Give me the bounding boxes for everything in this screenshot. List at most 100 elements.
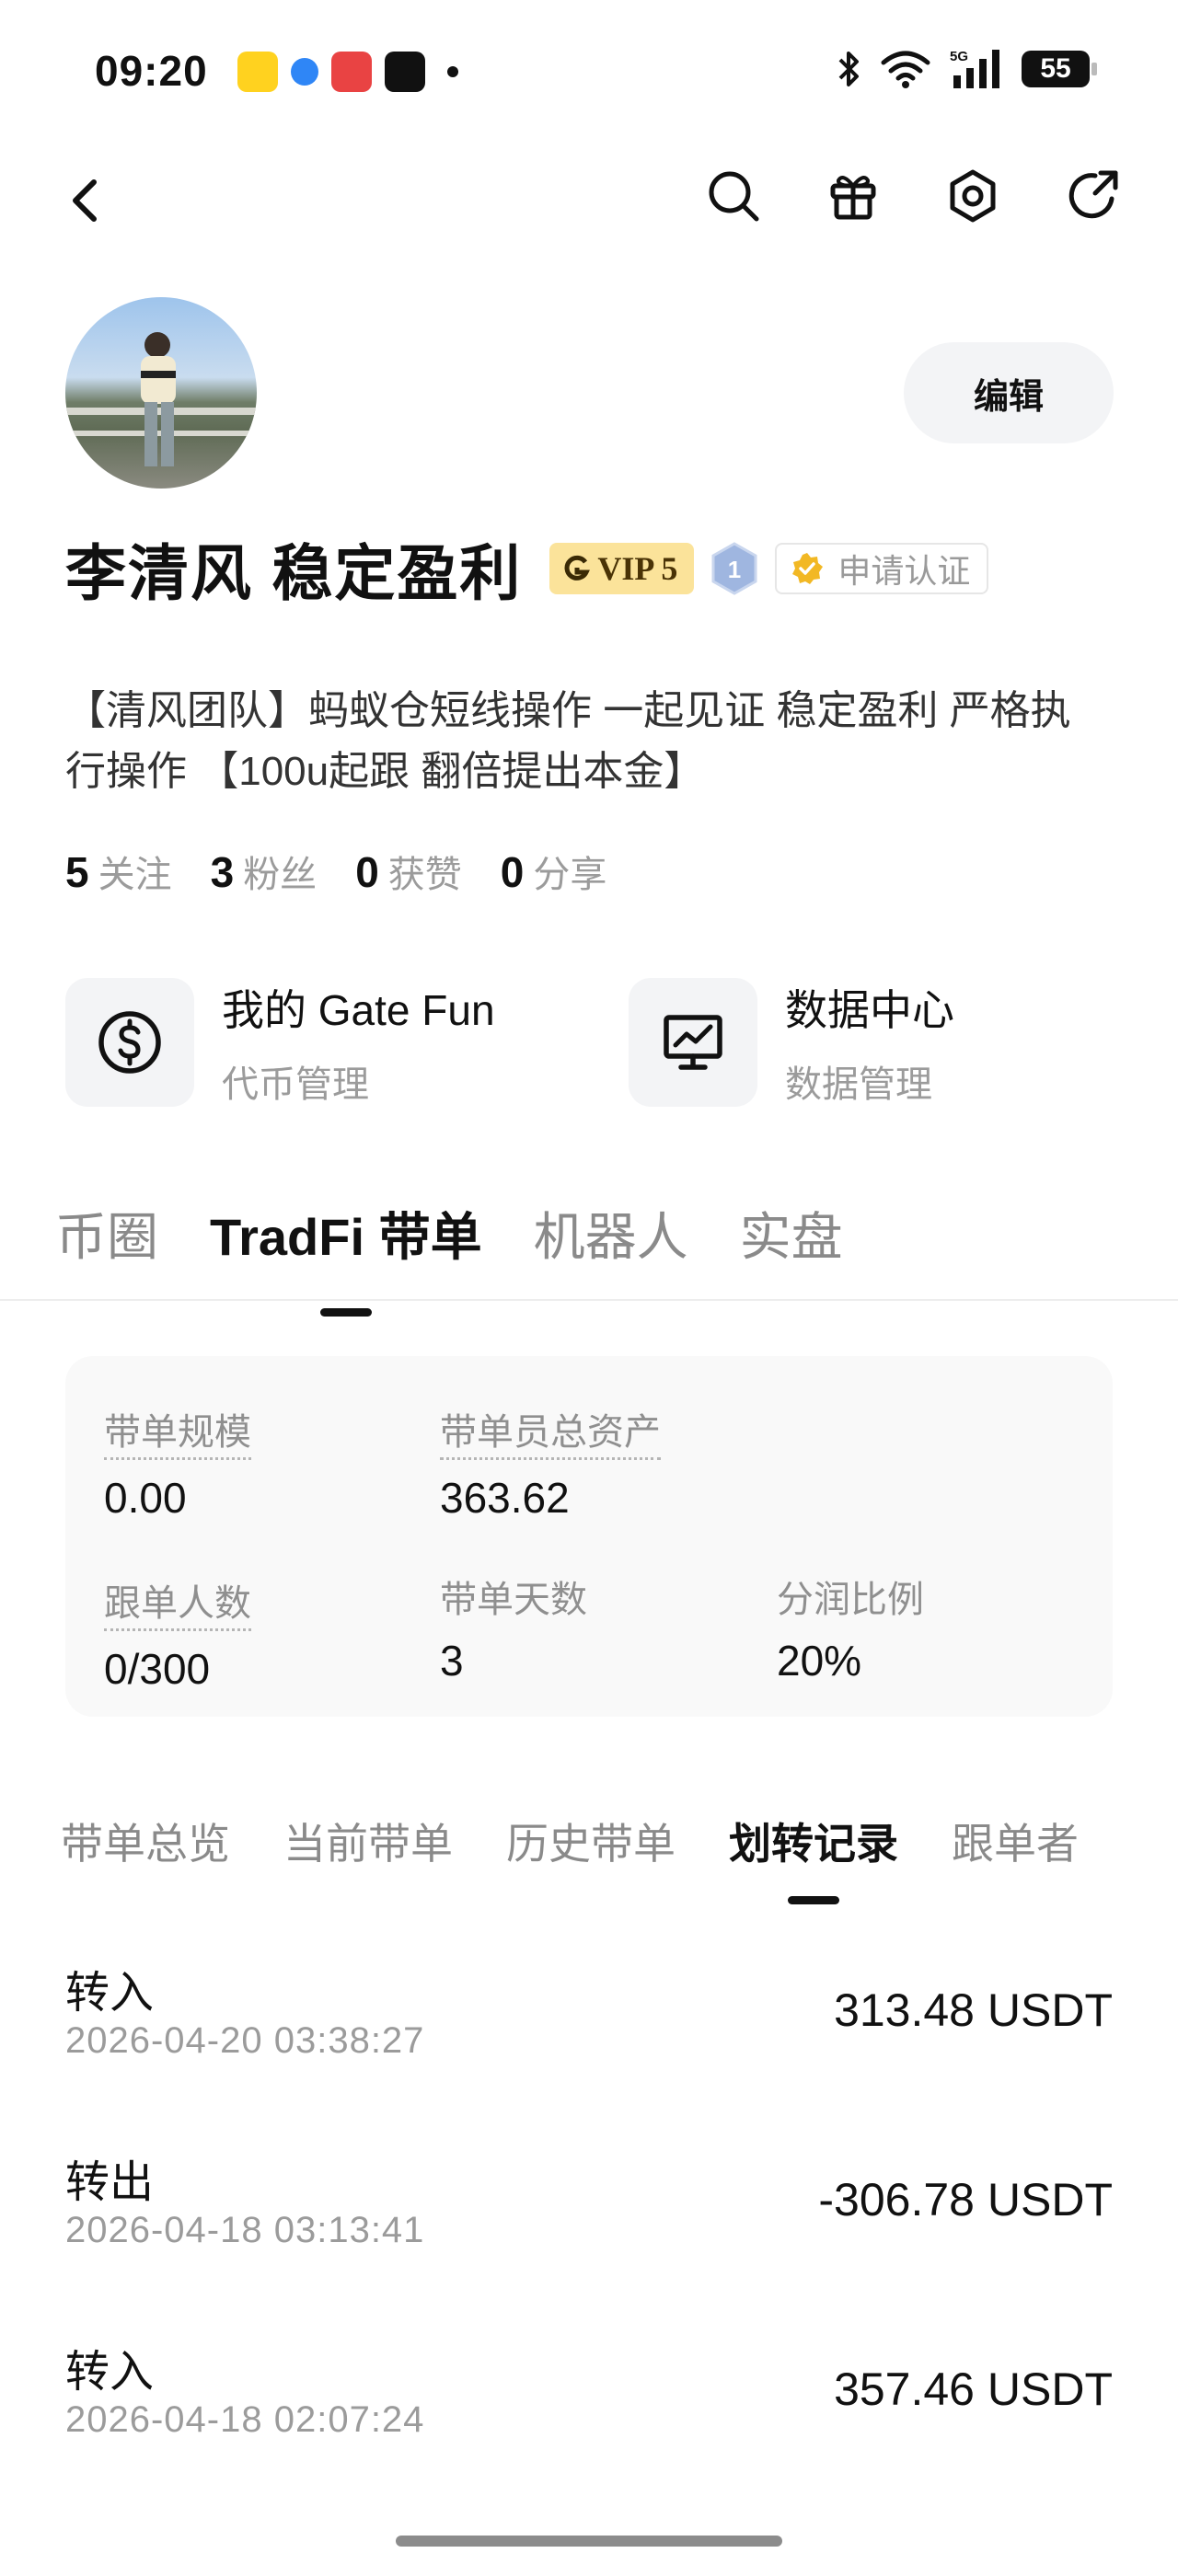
metric-label[interactable]: 跟单人数	[104, 1573, 251, 1631]
stat-label: 关注	[98, 855, 172, 895]
vip-logo-icon	[564, 555, 591, 581]
record-amount: -306.78 USDT	[818, 2174, 1113, 2225]
tab-followers[interactable]: 跟单者	[952, 1811, 1079, 1871]
tabs-divider	[0, 1299, 1178, 1301]
main-tabs: 币圈 TradFi 带单 机器人 实盘	[55, 1196, 843, 1271]
record-time: 2026-04-20 03:38:27	[65, 2020, 425, 2061]
record-time: 2026-04-18 03:13:41	[65, 2210, 425, 2250]
metric-days: 带单天数 3	[440, 1570, 587, 1685]
metric-follower-count: 跟单人数 0/300	[104, 1573, 251, 1694]
battery-icon: 55	[1022, 51, 1097, 87]
metric-scale: 带单规模 0.00	[104, 1402, 251, 1523]
nav-actions	[705, 167, 1121, 224]
list-item[interactable]: 转入 2026-04-20 03:38:27 313.48 USDT	[65, 1956, 1113, 2085]
tool-subtitle: 代币管理	[222, 1064, 369, 1105]
back-arrow-icon[interactable]	[59, 173, 114, 228]
record-time: 2026-04-18 02:07:24	[65, 2399, 425, 2440]
metric-label: 带单天数	[440, 1580, 587, 1620]
vip-badge[interactable]: VIP 5	[549, 543, 695, 594]
tool-title: 数据中心	[785, 986, 954, 1034]
stat-number: 3	[210, 848, 235, 896]
stat-followers[interactable]: 3 粉丝	[211, 845, 318, 898]
wifi-icon	[881, 51, 930, 88]
home-indicator[interactable]	[396, 2536, 782, 2547]
data-center-shortcut[interactable]: 数据中心 数据管理	[629, 977, 1178, 1108]
metric-total-assets: 带单员总资产 363.62	[440, 1402, 661, 1523]
bio-text: 【清风团队】蚂蚁仓短线操作 一起见证 稳定盈利 严格执行操作 【100u起跟 翻…	[65, 688, 1071, 794]
list-item[interactable]: 转出 2026-04-18 03:13:41 -306.78 USDT	[65, 2145, 1113, 2274]
record-amount: 357.46 USDT	[834, 2363, 1113, 2415]
record-type: 转入	[65, 1969, 155, 2018]
record-type: 转出	[65, 2158, 155, 2207]
cellular-signal-icon: 5G	[950, 49, 999, 88]
app-notification-icon	[331, 52, 372, 92]
metric-label: 分润比例	[777, 1580, 924, 1620]
sub-tabs: 带单总览 当前带单 历史带单 划转记录 跟单者	[61, 1811, 1079, 1871]
app-notification-icon	[237, 52, 278, 92]
name-row: 李清风 稳定盈利 VIP 5 1 申请认证	[65, 524, 989, 613]
tab-history-orders[interactable]: 历史带单	[506, 1811, 676, 1871]
app-notification-icon	[385, 52, 425, 92]
share-icon[interactable]	[1064, 167, 1121, 224]
copy-trading-summary-card: 带单规模 0.00 带单员总资产 363.62 跟单人数 0/300 带单天数 …	[65, 1356, 1113, 1717]
tab-crypto-circle[interactable]: 币圈	[55, 1196, 158, 1271]
tool-icon-box	[65, 978, 194, 1107]
chart-monitor-icon	[664, 1015, 722, 1070]
svg-text:5G: 5G	[950, 49, 968, 64]
tab-current-orders[interactable]: 当前带单	[283, 1811, 453, 1871]
level-badge-icon[interactable]: 1	[710, 542, 758, 595]
stat-shares[interactable]: 0 分享	[501, 845, 607, 898]
tab-robot[interactable]: 机器人	[534, 1196, 688, 1271]
vip-label: VIP 5	[597, 550, 678, 587]
avatar-photo	[65, 332, 257, 466]
stat-following[interactable]: 5 关注	[65, 845, 172, 898]
stats-row: 5 关注 3 粉丝 0 获赞 0 分享	[65, 845, 606, 898]
avatar[interactable]	[65, 297, 257, 489]
metric-value: 3	[440, 1637, 464, 1685]
metric-value: 20%	[777, 1637, 862, 1685]
verify-badge[interactable]: 申请认证	[775, 543, 989, 594]
app-notification-icon	[291, 58, 318, 86]
metric-label[interactable]: 带单规模	[104, 1402, 251, 1460]
level-number: 1	[728, 556, 741, 583]
tab-live[interactable]: 实盘	[740, 1196, 843, 1271]
status-bar: 09:20 5G 55	[0, 0, 1178, 147]
metric-value: 363.62	[440, 1474, 570, 1522]
settings-icon[interactable]	[944, 167, 1001, 224]
status-indicators: 5G 55	[837, 48, 1097, 90]
stat-number: 0	[500, 848, 525, 896]
tab-overview[interactable]: 带单总览	[61, 1811, 230, 1871]
verify-label: 申请认证	[837, 552, 971, 590]
verified-check-icon	[792, 553, 824, 584]
status-app-icons	[237, 52, 458, 92]
metric-value: 0.00	[104, 1474, 187, 1522]
stat-number: 0	[355, 848, 379, 896]
stat-number: 5	[65, 848, 89, 896]
stat-label: 分享	[533, 855, 607, 895]
battery-level: 55	[1040, 53, 1071, 84]
record-amount: 313.48 USDT	[834, 1984, 1113, 2036]
metric-profit-share: 分润比例 20%	[777, 1570, 924, 1685]
status-time: 09:20	[95, 47, 208, 95]
bluetooth-icon	[838, 52, 859, 86]
tool-title: 我的 Gate Fun	[222, 986, 495, 1034]
dollar-icon	[98, 1011, 161, 1074]
stat-label: 获赞	[387, 855, 462, 895]
tool-icon-box	[629, 978, 757, 1107]
stat-likes[interactable]: 0 获赞	[355, 845, 462, 898]
search-icon[interactable]	[705, 167, 762, 224]
gift-icon[interactable]	[825, 167, 882, 224]
stat-label: 粉丝	[243, 855, 318, 895]
gate-fun-shortcut[interactable]: 我的 Gate Fun 代币管理	[65, 977, 629, 1108]
tab-tradfi-copy[interactable]: TradFi 带单	[210, 1196, 482, 1271]
record-type: 转入	[65, 2348, 155, 2397]
metric-label[interactable]: 带单员总资产	[440, 1402, 661, 1460]
metric-value: 0/300	[104, 1645, 211, 1693]
tool-subtitle: 数据管理	[785, 1064, 932, 1105]
tool-shortcuts: 我的 Gate Fun 代币管理 数据中心 数据管理	[65, 977, 1178, 1108]
list-item[interactable]: 转入 2026-04-18 02:07:24 357.46 USDT	[65, 2335, 1113, 2464]
tab-transfer-records[interactable]: 划转记录	[729, 1811, 898, 1871]
edit-profile-button[interactable]: 编辑	[904, 342, 1114, 443]
more-notifications-icon	[447, 66, 458, 77]
user-name: 李清风 稳定盈利	[65, 539, 523, 607]
